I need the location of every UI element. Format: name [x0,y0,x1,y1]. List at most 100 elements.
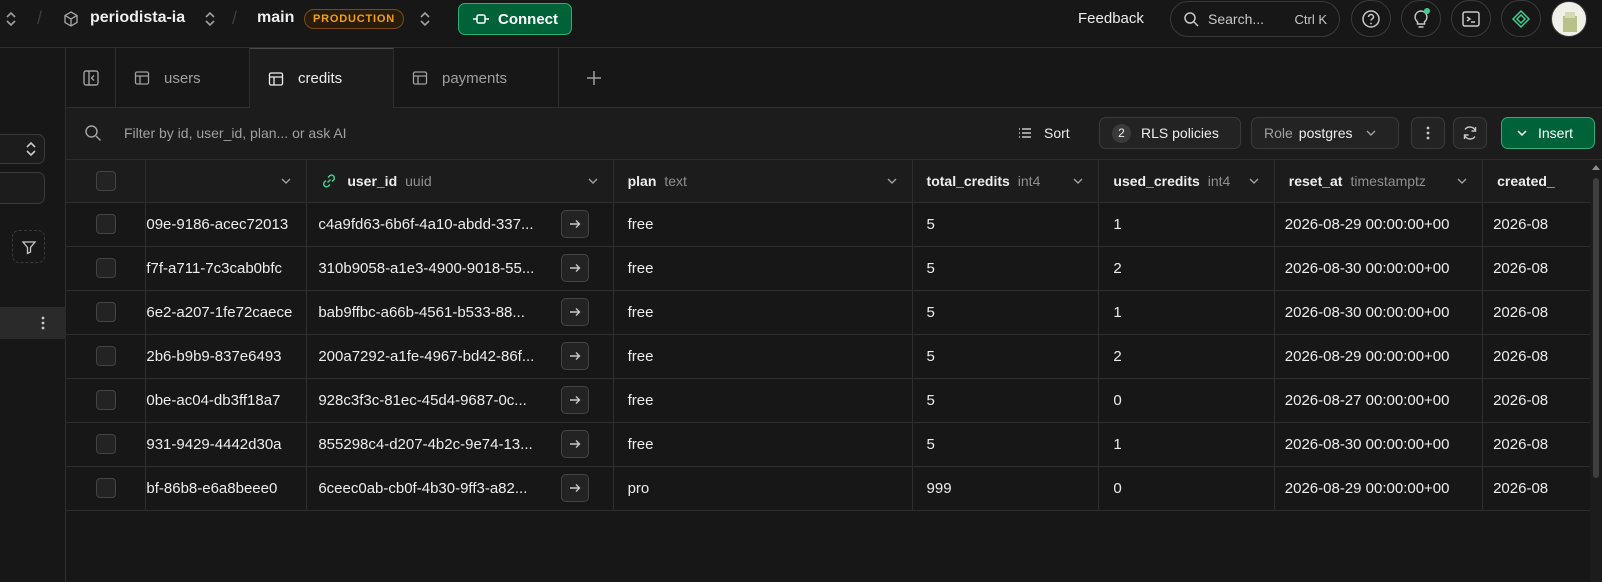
cell-created-at[interactable]: 2026-08 [1482,334,1602,379]
chevron-down-icon[interactable] [1072,177,1084,185]
row-select-cell[interactable] [66,334,147,379]
refresh-button[interactable] [1453,117,1487,149]
cell-plan[interactable]: free [613,378,913,423]
cell-id[interactable]: 931-9429-4442d30a [145,422,308,467]
cell-total-credits[interactable]: 5 [912,334,1100,379]
cell-used-credits[interactable]: 0 [1098,466,1275,511]
filter-input[interactable]: Filter by id, user_id, plan... or ask AI [124,125,347,141]
project-name[interactable]: periodista-ia [90,9,185,27]
cell-reset-at[interactable]: 2026-08-27 00:00:00+00 [1274,378,1484,423]
row-checkbox[interactable] [95,390,116,410]
table-row[interactable]: 931-9429-4442d30a 855298c4-d207-4b2c-9e74… [66,422,1602,467]
selected-table-item[interactable] [0,307,66,339]
cell-used-credits[interactable]: 1 [1098,290,1275,335]
cell-reset-at[interactable]: 2026-08-29 00:00:00+00 [1274,466,1484,511]
cell-reset-at[interactable]: 2026-08-29 00:00:00+00 [1274,202,1484,247]
more-options-button[interactable] [1411,117,1445,149]
table-row[interactable]: 09e-9186-acec72013 c4a9fd63-6b6f-4a10-abd… [66,202,1602,247]
column-header-reset-at[interactable]: reset_at timestamptz [1274,160,1484,203]
cell-plan[interactable]: pro [613,466,913,511]
table-row[interactable]: 6e2-a207-1fe72caece bab9ffbc-a66b-4561-b5… [66,290,1602,335]
tab-users[interactable]: users [116,48,250,108]
selector-chevron-icon[interactable] [4,10,18,28]
search-button[interactable]: Search... Ctrl K [1170,1,1340,37]
sort-button[interactable]: Sort [1018,117,1070,149]
row-checkbox[interactable] [95,302,116,322]
schema-selector[interactable] [0,134,45,164]
select-all-checkbox[interactable] [95,170,116,191]
cell-user-id[interactable]: bab9ffbc-a66b-4561-b533-88... [306,290,614,335]
cell-reset-at[interactable]: 2026-08-29 00:00:00+00 [1274,334,1484,379]
cell-used-credits[interactable]: 0 [1098,378,1275,423]
scrollbar-thumb[interactable] [1593,178,1599,478]
column-header-total-credits[interactable]: total_credits int4 [912,160,1100,203]
row-checkbox[interactable] [95,346,116,366]
project-switch-icon[interactable] [203,10,217,28]
cell-id[interactable]: 09e-9186-acec72013 [145,202,308,247]
cell-used-credits[interactable]: 2 [1098,334,1275,379]
cell-used-credits[interactable]: 1 [1098,202,1275,247]
role-selector[interactable]: Role postgres [1251,117,1399,149]
row-select-cell[interactable] [66,378,147,423]
row-select-cell[interactable] [66,422,147,467]
cell-created-at[interactable]: 2026-08 [1482,202,1602,247]
cell-id[interactable]: 0be-ac04-db3ff18a7 [145,378,308,423]
cell-reset-at[interactable]: 2026-08-30 00:00:00+00 [1274,246,1484,291]
cell-used-credits[interactable]: 1 [1098,422,1275,467]
foreign-key-arrow-icon[interactable] [560,254,589,282]
foreign-key-arrow-icon[interactable] [560,298,589,326]
row-checkbox[interactable] [95,258,116,278]
cell-plan[interactable]: free [613,246,913,291]
table-row[interactable]: 0be-ac04-db3ff18a7 928c3f3c-81ec-45d4-968… [66,378,1602,423]
cell-total-credits[interactable]: 5 [912,422,1100,467]
help-button[interactable] [1351,0,1391,37]
table-row[interactable]: 2b6-b9b9-837e6493 200a7292-a1fe-4967-bd42… [66,334,1602,379]
more-icon[interactable] [40,315,46,331]
cell-reset-at[interactable]: 2026-08-30 00:00:00+00 [1274,422,1484,467]
cell-user-id[interactable]: 310b9058-a1e3-4900-9018-55... [306,246,614,291]
cell-total-credits[interactable]: 5 [912,378,1100,423]
foreign-key-arrow-icon[interactable] [560,386,589,414]
cell-total-credits[interactable]: 5 [912,202,1100,247]
row-select-cell[interactable] [66,466,147,511]
foreign-key-arrow-icon[interactable] [560,474,589,502]
cell-id[interactable]: 6e2-a207-1fe72caece [145,290,308,335]
cell-total-credits[interactable]: 5 [912,290,1100,335]
chevron-down-icon[interactable] [1248,177,1260,185]
row-select-cell[interactable] [66,290,147,335]
row-checkbox[interactable] [95,214,116,234]
chevron-down-icon[interactable] [587,177,599,185]
chevron-down-icon[interactable] [886,177,898,185]
table-row[interactable]: bf-86b8-e6a8beee0 6ceec0ab-cb0f-4b30-9ff3… [66,466,1602,511]
cell-created-at[interactable]: 2026-08 [1482,466,1602,511]
cell-user-id[interactable]: 928c3f3c-81ec-45d4-9687-0c... [306,378,614,423]
advisor-button[interactable] [1401,0,1441,37]
column-header-created-at[interactable]: created_ [1482,160,1602,203]
assistant-button[interactable] [1501,0,1541,37]
cell-id[interactable]: 2b6-b9b9-837e6493 [145,334,308,379]
insert-button[interactable]: Insert [1501,117,1595,149]
cell-used-credits[interactable]: 2 [1098,246,1275,291]
rls-policies-button[interactable]: 2 RLS policies [1099,117,1241,149]
cell-created-at[interactable]: 2026-08 [1482,378,1602,423]
cell-plan[interactable]: free [613,422,913,467]
connect-button[interactable]: Connect [458,3,572,35]
row-select-cell[interactable] [66,246,147,291]
cell-user-id[interactable]: 6ceec0ab-cb0f-4b30-9ff3-a82... [306,466,614,511]
cell-total-credits[interactable]: 999 [912,466,1100,511]
vertical-scrollbar[interactable] [1590,160,1602,582]
table-search-input[interactable] [0,172,45,204]
cell-created-at[interactable]: 2026-08 [1482,422,1602,467]
cell-plan[interactable]: free [613,202,913,247]
cell-created-at[interactable]: 2026-08 [1482,290,1602,335]
chevron-down-icon[interactable] [1456,177,1468,185]
branch-switch-icon[interactable] [418,10,432,28]
column-header-used-credits[interactable]: used_credits int4 [1098,160,1275,203]
cell-plan[interactable]: free [613,334,913,379]
cell-reset-at[interactable]: 2026-08-30 00:00:00+00 [1274,290,1484,335]
toggle-sidebar-button[interactable] [66,48,116,108]
feedback-button[interactable]: Feedback [1078,10,1144,27]
row-select-cell[interactable] [66,202,147,247]
tab-credits[interactable]: credits [250,48,394,108]
row-checkbox[interactable] [95,434,116,454]
